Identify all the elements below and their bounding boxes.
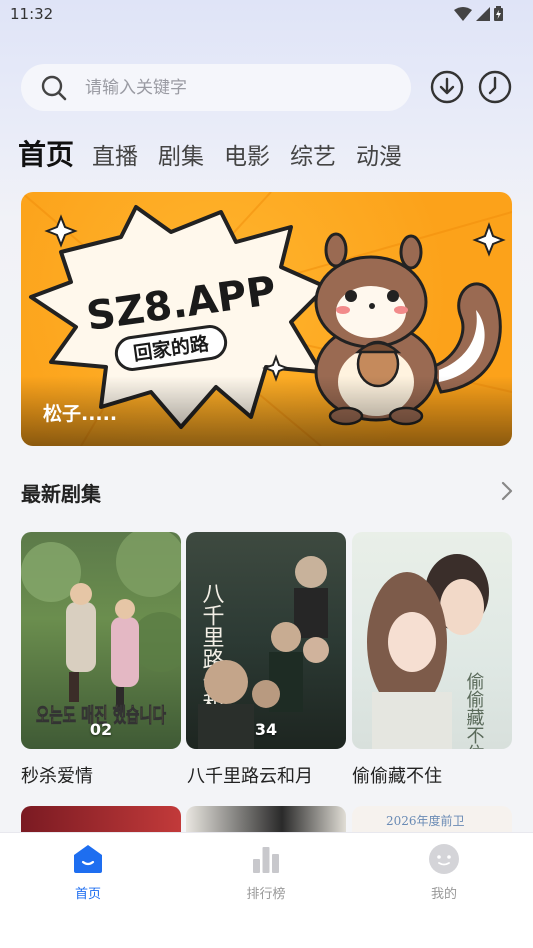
battery-icon <box>494 6 503 21</box>
tab-variety[interactable]: 综艺 <box>290 137 336 171</box>
sparkle-icon <box>44 214 78 248</box>
episode-badge: 34 <box>254 720 278 739</box>
sparkle-icon <box>472 222 506 257</box>
history-icon[interactable] <box>478 70 512 104</box>
ranking-icon <box>253 847 279 873</box>
status-bar: 11:32 <box>0 0 533 30</box>
chevron-right-icon[interactable] <box>501 481 513 501</box>
poster-card[interactable]: 偷偷藏不住 <box>352 532 512 749</box>
home-icon <box>74 845 102 873</box>
profile-icon <box>429 844 459 874</box>
poster-artwork: 偷偷藏不住 <box>367 554 489 749</box>
tab-anime[interactable]: 动漫 <box>356 137 402 171</box>
episode-badge: 02 <box>89 720 113 739</box>
poster-artwork: 오는도 매진 했습니다 <box>21 532 181 727</box>
search-bar[interactable] <box>21 64 411 111</box>
poster-art-text: 2026年度前卫 <box>386 814 465 828</box>
section-title: 最新剧集 <box>21 482 101 506</box>
wifi-icon <box>454 6 472 21</box>
tab-bar-profile[interactable]: 我的 <box>394 843 494 902</box>
download-icon[interactable] <box>430 70 464 104</box>
search-icon <box>41 75 67 101</box>
status-icons <box>454 6 503 21</box>
banner-caption: 松子..... <box>43 403 118 425</box>
search-input[interactable] <box>85 76 385 100</box>
poster-artwork: 八千里路云和月 <box>198 556 329 749</box>
poster-card[interactable]: 八千里路云和月 34 <box>186 532 346 749</box>
tab-bar-label: 我的 <box>430 887 457 902</box>
tab-bar-label: 首页 <box>74 887 101 902</box>
poster-title[interactable]: 偷偷藏不住 <box>352 762 442 788</box>
category-tabs: 首页 直播 剧集 电影 综艺 动漫 <box>18 133 422 173</box>
poster-title[interactable]: 秒杀爱情 <box>21 762 93 788</box>
banner-caption-overlay: 松子..... <box>21 376 512 446</box>
tab-movies[interactable]: 电影 <box>224 137 270 171</box>
tab-bar-ranking[interactable]: 排行榜 <box>216 843 316 902</box>
status-time: 11:32 <box>10 5 54 23</box>
signal-icon <box>476 6 490 21</box>
tab-live[interactable]: 直播 <box>92 137 138 171</box>
bottom-tab-bar: 首页 排行榜 我的 <box>0 832 533 948</box>
poster-title[interactable]: 八千里路云和月 <box>187 762 313 788</box>
tab-bar-home[interactable]: 首页 <box>38 843 138 902</box>
tab-home[interactable]: 首页 <box>18 133 74 173</box>
banner-carousel[interactable]: SZ8.APP 回家的路 松子..... <box>21 192 512 446</box>
tab-series[interactable]: 剧集 <box>158 137 204 171</box>
svg-text:偷偷藏不住: 偷偷藏不住 <box>464 672 485 749</box>
poster-card[interactable]: 오는도 매진 했습니다 02 <box>21 532 181 749</box>
tab-bar-label: 排行榜 <box>246 887 286 902</box>
